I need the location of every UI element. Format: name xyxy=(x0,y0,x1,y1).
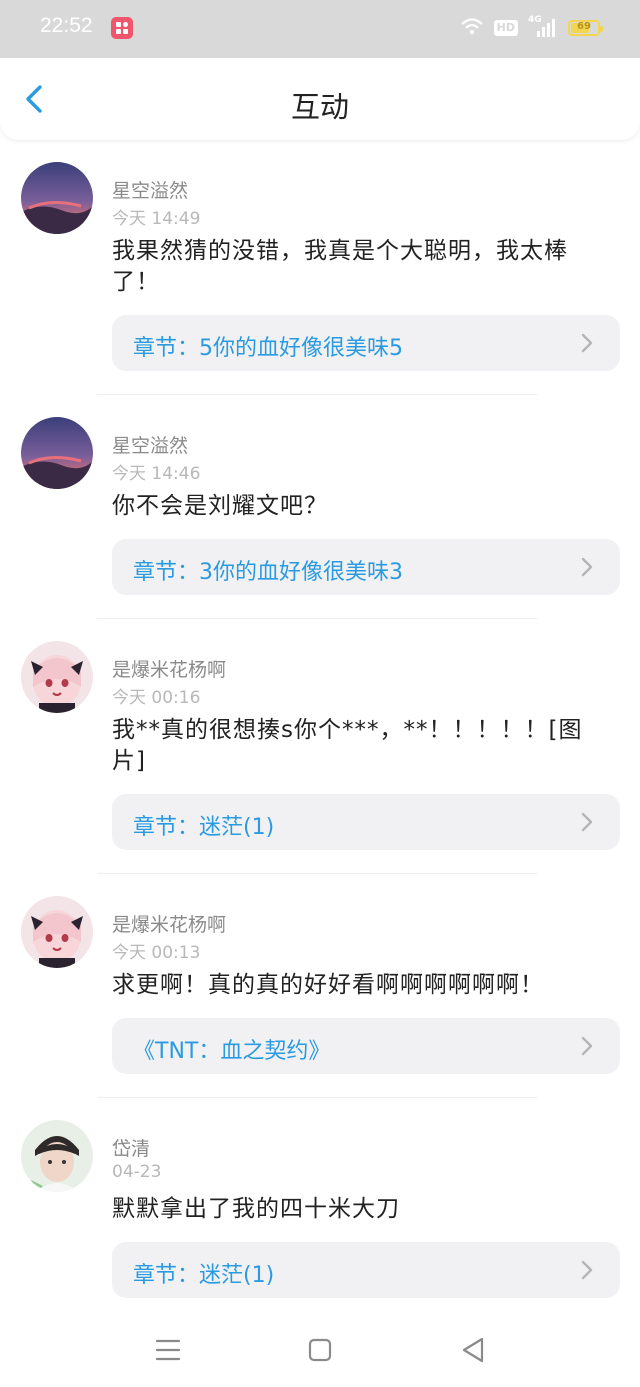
chevron-right-icon xyxy=(581,557,593,577)
username: 星空溢然 xyxy=(112,435,189,457)
avatar[interactable] xyxy=(21,417,93,489)
timestamp: 今天 14:49 xyxy=(112,209,201,229)
triangle-back-icon xyxy=(462,1337,484,1363)
status-time: 22:52 xyxy=(40,14,93,37)
chapter-link[interactable]: 章节：5你的血好像很美味5 xyxy=(112,315,620,371)
chevron-right-icon xyxy=(581,812,593,832)
username: 是爆米花杨啊 xyxy=(112,914,227,936)
divider xyxy=(97,394,537,395)
page-title: 互动 xyxy=(290,90,349,124)
comment-text: 求更啊！真的真的好好看啊啊啊啊啊啊！ xyxy=(112,972,544,998)
comment-text: 我**真的很想揍s你个***，**！！！！！[图片] xyxy=(112,717,583,774)
chevron-right-icon xyxy=(581,1260,593,1280)
avatar[interactable] xyxy=(21,162,93,234)
battery-icon: 69 xyxy=(568,20,603,36)
comment-text: 你不会是刘耀文吧？ xyxy=(112,493,328,519)
chapter-label: 章节：迷茫(1) xyxy=(133,815,275,840)
avatar[interactable] xyxy=(21,641,93,713)
username: 是爆米花杨啊 xyxy=(112,659,227,681)
chapter-link[interactable]: 《TNT：血之契约》 xyxy=(112,1018,620,1074)
chapter-label: 章节：5你的血好像很美味5 xyxy=(133,336,403,361)
chapter-label: 章节：3你的血好像很美味3 xyxy=(133,560,403,585)
network-type: 4G xyxy=(528,15,542,25)
chapter-link[interactable]: 章节：迷茫(1) xyxy=(112,1242,620,1298)
chevron-right-icon xyxy=(581,333,593,353)
timestamp: 今天 14:46 xyxy=(112,464,201,484)
chapter-label: 《TNT：血之契约》 xyxy=(133,1039,331,1064)
avatar[interactable] xyxy=(21,896,93,968)
chapter-link[interactable]: 章节：迷茫(1) xyxy=(112,794,620,850)
chevron-right-icon xyxy=(581,1036,593,1056)
comment-text: 我果然猜的没错，我真是个大聪明，我太棒了！ xyxy=(112,238,568,295)
battery-percent: 69 xyxy=(577,21,591,32)
menu-icon xyxy=(155,1339,181,1361)
menu-button[interactable] xyxy=(150,1332,186,1368)
username: 岱清 xyxy=(112,1138,151,1160)
top-bar: 互动 xyxy=(0,58,640,140)
status-bar: 22:52 HD 4G 69 xyxy=(0,0,640,58)
chapter-link[interactable]: 章节：3你的血好像很美味3 xyxy=(112,539,620,595)
system-nav-bar xyxy=(0,1318,640,1387)
username: 星空溢然 xyxy=(112,180,189,202)
divider xyxy=(97,1097,537,1098)
timestamp: 今天 00:16 xyxy=(112,688,201,708)
comment-text: 默默拿出了我的四十米大刀 xyxy=(112,1196,400,1222)
divider xyxy=(97,618,537,619)
avatar[interactable] xyxy=(21,1120,93,1192)
timestamp: 04-23 xyxy=(112,1162,162,1182)
back-nav-button[interactable] xyxy=(455,1332,491,1368)
home-button[interactable] xyxy=(302,1332,338,1368)
hd-badge: HD xyxy=(493,20,518,36)
chapter-label: 章节：迷茫(1) xyxy=(133,1263,275,1288)
timestamp: 今天 00:13 xyxy=(112,943,201,963)
wifi-icon xyxy=(460,16,484,40)
app-notification-icon xyxy=(111,17,133,39)
signal-icon: 4G xyxy=(528,15,558,39)
divider xyxy=(97,873,537,874)
home-square-icon xyxy=(308,1338,332,1362)
